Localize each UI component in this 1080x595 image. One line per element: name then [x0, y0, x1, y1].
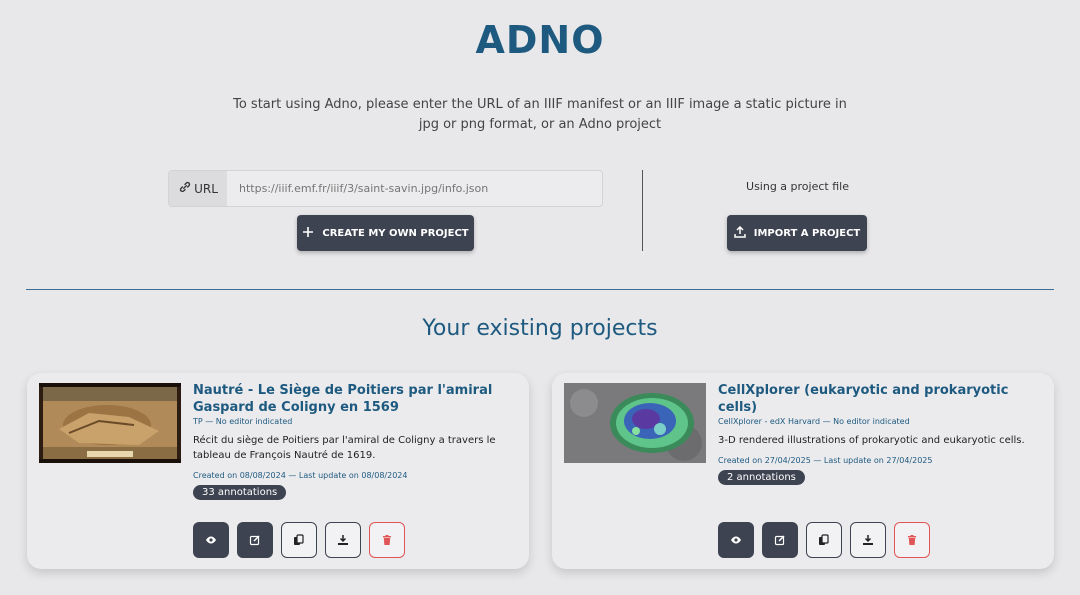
url-prefix: URL: [169, 171, 227, 206]
upload-icon: [733, 225, 746, 241]
trash-icon: [381, 531, 393, 550]
delete-button[interactable]: [894, 522, 930, 558]
url-prefix-label: URL: [194, 181, 218, 196]
duplicate-button[interactable]: [281, 522, 317, 558]
project-actions: [718, 522, 930, 558]
project-card: CellXplorer (eukaryotic and prokaryotic …: [552, 373, 1054, 569]
project-file-label: Using a project file: [746, 180, 849, 193]
delete-button[interactable]: [369, 522, 405, 558]
edit-icon: [249, 531, 261, 550]
adno-logo: ADNO: [475, 18, 605, 62]
import-project-label: IMPORT A PROJECT: [753, 227, 861, 239]
project-description: 3-D rendered illustrations of prokaryoti…: [718, 435, 1025, 446]
eye-icon: [205, 531, 217, 550]
project-dates: Created on 08/08/2024 — Last update on 0…: [193, 471, 408, 480]
copy-icon: [293, 531, 305, 550]
create-project-label: CREATE MY OWN PROJECT: [322, 227, 469, 239]
project-title[interactable]: Nautré - Le Siège de Poitiers par l'amir…: [193, 382, 521, 416]
plus-icon: [302, 226, 314, 241]
download-button[interactable]: [850, 522, 886, 558]
annotations-badge: 2 annotations: [718, 470, 805, 485]
project-thumbnail[interactable]: [564, 383, 706, 463]
download-icon: [862, 531, 874, 550]
project-meta: TP — No editor indicated: [193, 417, 293, 426]
url-input-group: URL: [168, 170, 603, 207]
download-button[interactable]: [325, 522, 361, 558]
edit-icon: [774, 531, 786, 550]
create-project-button[interactable]: CREATE MY OWN PROJECT: [297, 215, 474, 251]
project-actions: [193, 522, 405, 558]
view-button[interactable]: [193, 522, 229, 558]
edit-button[interactable]: [762, 522, 798, 558]
project-meta: CellXplorer - edX Harvard — No editor in…: [718, 417, 910, 426]
trash-icon: [906, 531, 918, 550]
section-divider: [26, 289, 1054, 290]
eye-icon: [730, 531, 742, 550]
link-icon: [178, 180, 192, 197]
copy-icon: [818, 531, 830, 550]
edit-button[interactable]: [237, 522, 273, 558]
duplicate-button[interactable]: [806, 522, 842, 558]
project-thumbnail[interactable]: [39, 383, 181, 463]
project-title[interactable]: CellXplorer (eukaryotic and prokaryotic …: [718, 382, 1046, 416]
project-description: Récit du siège de Poitiers par l'amiral …: [193, 435, 496, 461]
vertical-divider: [642, 170, 643, 251]
project-dates: Created on 27/04/2025 — Last update on 2…: [718, 456, 933, 465]
url-input[interactable]: [227, 171, 602, 206]
project-card: Nautré - Le Siège de Poitiers par l'amir…: [27, 373, 529, 569]
view-button[interactable]: [718, 522, 754, 558]
section-title: Your existing projects: [422, 316, 658, 341]
intro-text: To start using Adno, please enter the UR…: [233, 97, 847, 132]
download-icon: [337, 531, 349, 550]
import-project-button[interactable]: IMPORT A PROJECT: [727, 215, 867, 251]
annotations-badge: 33 annotations: [193, 485, 287, 500]
